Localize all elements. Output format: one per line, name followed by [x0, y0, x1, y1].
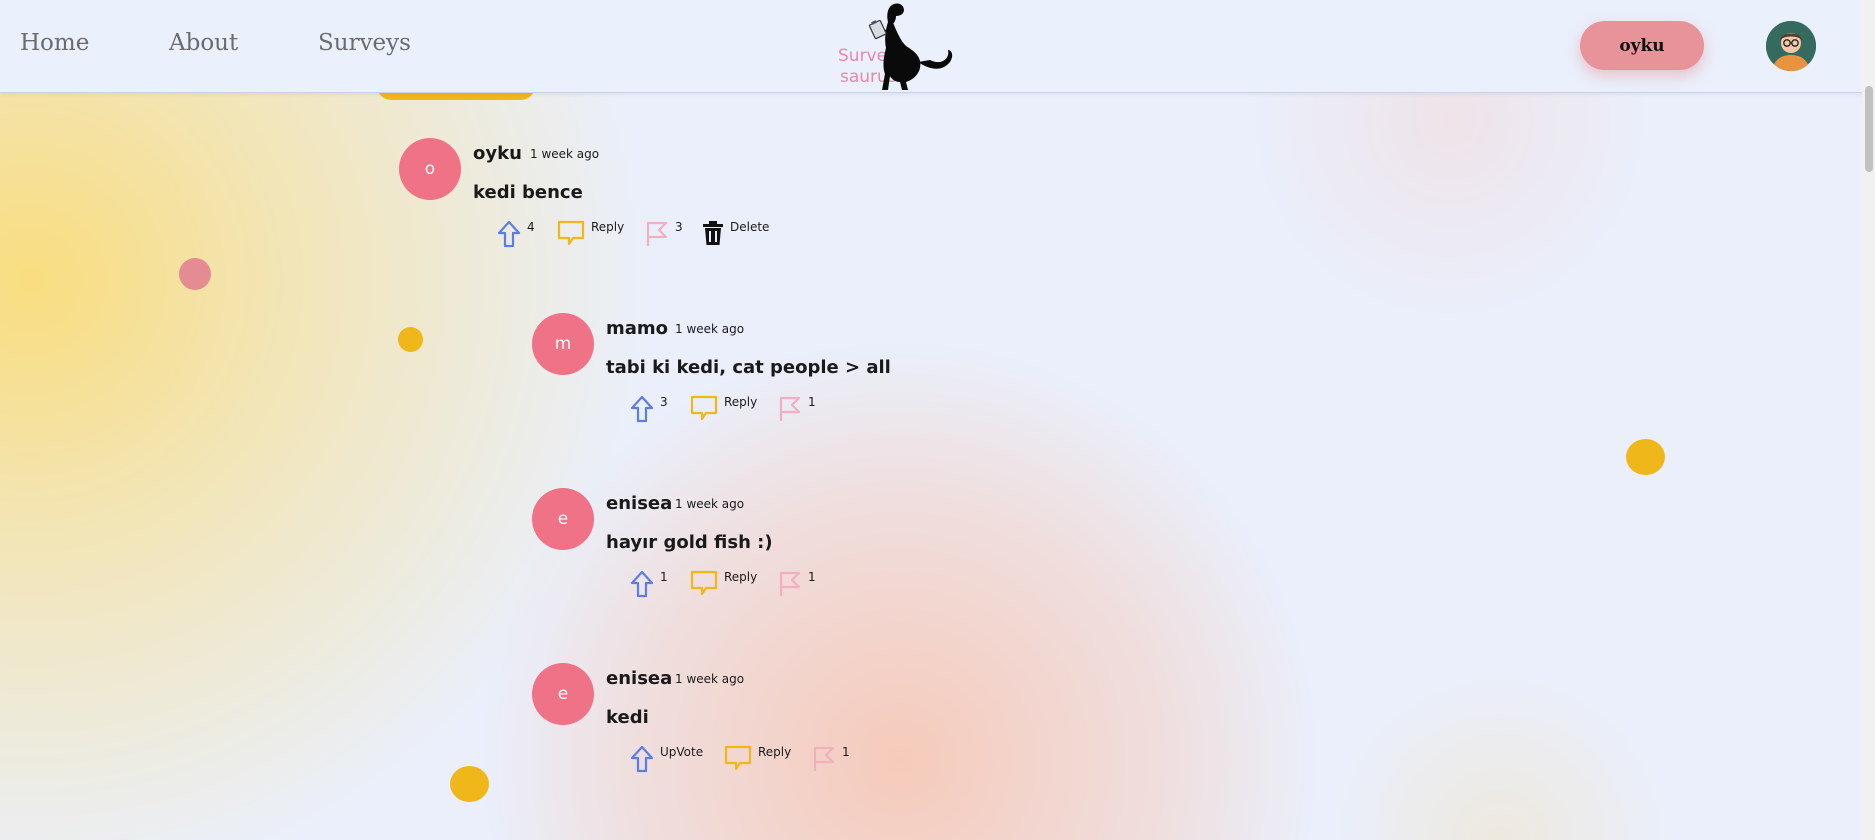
- reply-bubble-icon: [724, 745, 752, 771]
- comment-reply-item: e enisea 1 week ago kedi UpVote Reply 1: [532, 663, 1032, 783]
- comment-avatar: e: [532, 663, 594, 725]
- nav-about-link[interactable]: About: [169, 30, 238, 56]
- upvote-button[interactable]: 1: [630, 570, 668, 598]
- comment-username: mamo: [606, 318, 669, 339]
- flag-icon: [779, 571, 801, 596]
- comment-text: tabi ki kedi, cat people > all: [606, 357, 891, 378]
- comment-text: kedi: [606, 707, 649, 728]
- decorative-dot: [1626, 439, 1665, 475]
- comment-text: kedi bence: [473, 182, 583, 203]
- comment-timestamp: 1 week ago: [530, 147, 600, 161]
- reply-button[interactable]: Reply: [690, 570, 757, 596]
- delete-button[interactable]: Delete: [702, 220, 769, 246]
- comment-timestamp: 1 week ago: [675, 672, 745, 686]
- page-scrollbar[interactable]: [1862, 0, 1875, 840]
- top-navbar: Home About Surveys Survey saurus oyku: [0, 0, 1875, 93]
- comment-avatar: m: [532, 313, 594, 375]
- reply-button[interactable]: Reply: [690, 395, 757, 421]
- reply-bubble-icon: [690, 570, 718, 596]
- comment-reply-item: m mamo 1 week ago tabi ki kedi, cat peop…: [532, 313, 1032, 433]
- flag-count: 1: [808, 570, 816, 584]
- upvote-button[interactable]: 3: [630, 395, 668, 423]
- upvote-arrow-icon: [630, 745, 654, 773]
- flag-button[interactable]: 1: [778, 570, 816, 598]
- flag-count: 3: [675, 220, 683, 234]
- comment-reply-item: e enisea 1 week ago hayır gold fish :) 1…: [532, 488, 1032, 608]
- scrollbar-thumb[interactable]: [1865, 86, 1873, 172]
- delete-label: Delete: [730, 220, 770, 234]
- comment-text: hayır gold fish :): [606, 532, 773, 553]
- reply-label: Reply: [724, 570, 758, 584]
- flag-button[interactable]: 3: [645, 220, 683, 248]
- reply-bubble-icon: [690, 395, 718, 421]
- flag-button[interactable]: 1: [778, 395, 816, 423]
- decorative-dot: [179, 258, 211, 290]
- upvote-button[interactable]: UpVote: [630, 745, 703, 773]
- nav-home-link[interactable]: Home: [20, 30, 89, 56]
- reply-button[interactable]: Reply: [724, 745, 791, 771]
- reply-label: Reply: [724, 395, 758, 409]
- comment-username: enisea: [606, 668, 673, 689]
- reply-label: Reply: [758, 745, 792, 759]
- upvote-button[interactable]: 4: [497, 220, 535, 248]
- dinosaur-icon: [868, 3, 953, 90]
- reply-bubble-icon: [557, 220, 585, 246]
- decorative-dot: [398, 327, 423, 352]
- comment-item: o oyku 1 week ago kedi bence 4 Reply 3 D…: [399, 138, 899, 258]
- user-name-label: oyku: [1619, 35, 1665, 56]
- nav-surveys-link[interactable]: Surveys: [318, 30, 411, 56]
- flag-icon: [646, 221, 668, 246]
- comment-username: enisea: [606, 493, 673, 514]
- reply-label: Reply: [591, 220, 625, 234]
- flag-count: 1: [808, 395, 816, 409]
- comment-username: oyku: [473, 143, 522, 164]
- upvote-label: UpVote: [660, 745, 704, 759]
- trash-icon: [703, 221, 723, 245]
- surveysaurus-logo[interactable]: Survey saurus: [830, 0, 955, 92]
- comment-timestamp: 1 week ago: [675, 322, 745, 336]
- upvote-arrow-icon: [497, 220, 521, 248]
- avatar-portrait-icon: [1766, 21, 1816, 71]
- comment-avatar: e: [532, 488, 594, 550]
- upvote-count: 3: [660, 395, 668, 409]
- upvote-arrow-icon: [630, 570, 654, 598]
- upvote-count: 1: [660, 570, 668, 584]
- flag-button[interactable]: 1: [812, 745, 850, 773]
- flag-icon: [779, 396, 801, 421]
- upvote-arrow-icon: [630, 395, 654, 423]
- comment-avatar: o: [399, 138, 461, 200]
- flag-icon: [813, 746, 835, 771]
- comment-timestamp: 1 week ago: [675, 497, 745, 511]
- user-profile-button[interactable]: oyku: [1580, 21, 1704, 70]
- upvote-count: 4: [527, 220, 535, 234]
- user-avatar[interactable]: [1766, 21, 1816, 71]
- reply-button[interactable]: Reply: [557, 220, 624, 246]
- decorative-dot: [450, 766, 489, 802]
- flag-count: 1: [842, 745, 850, 759]
